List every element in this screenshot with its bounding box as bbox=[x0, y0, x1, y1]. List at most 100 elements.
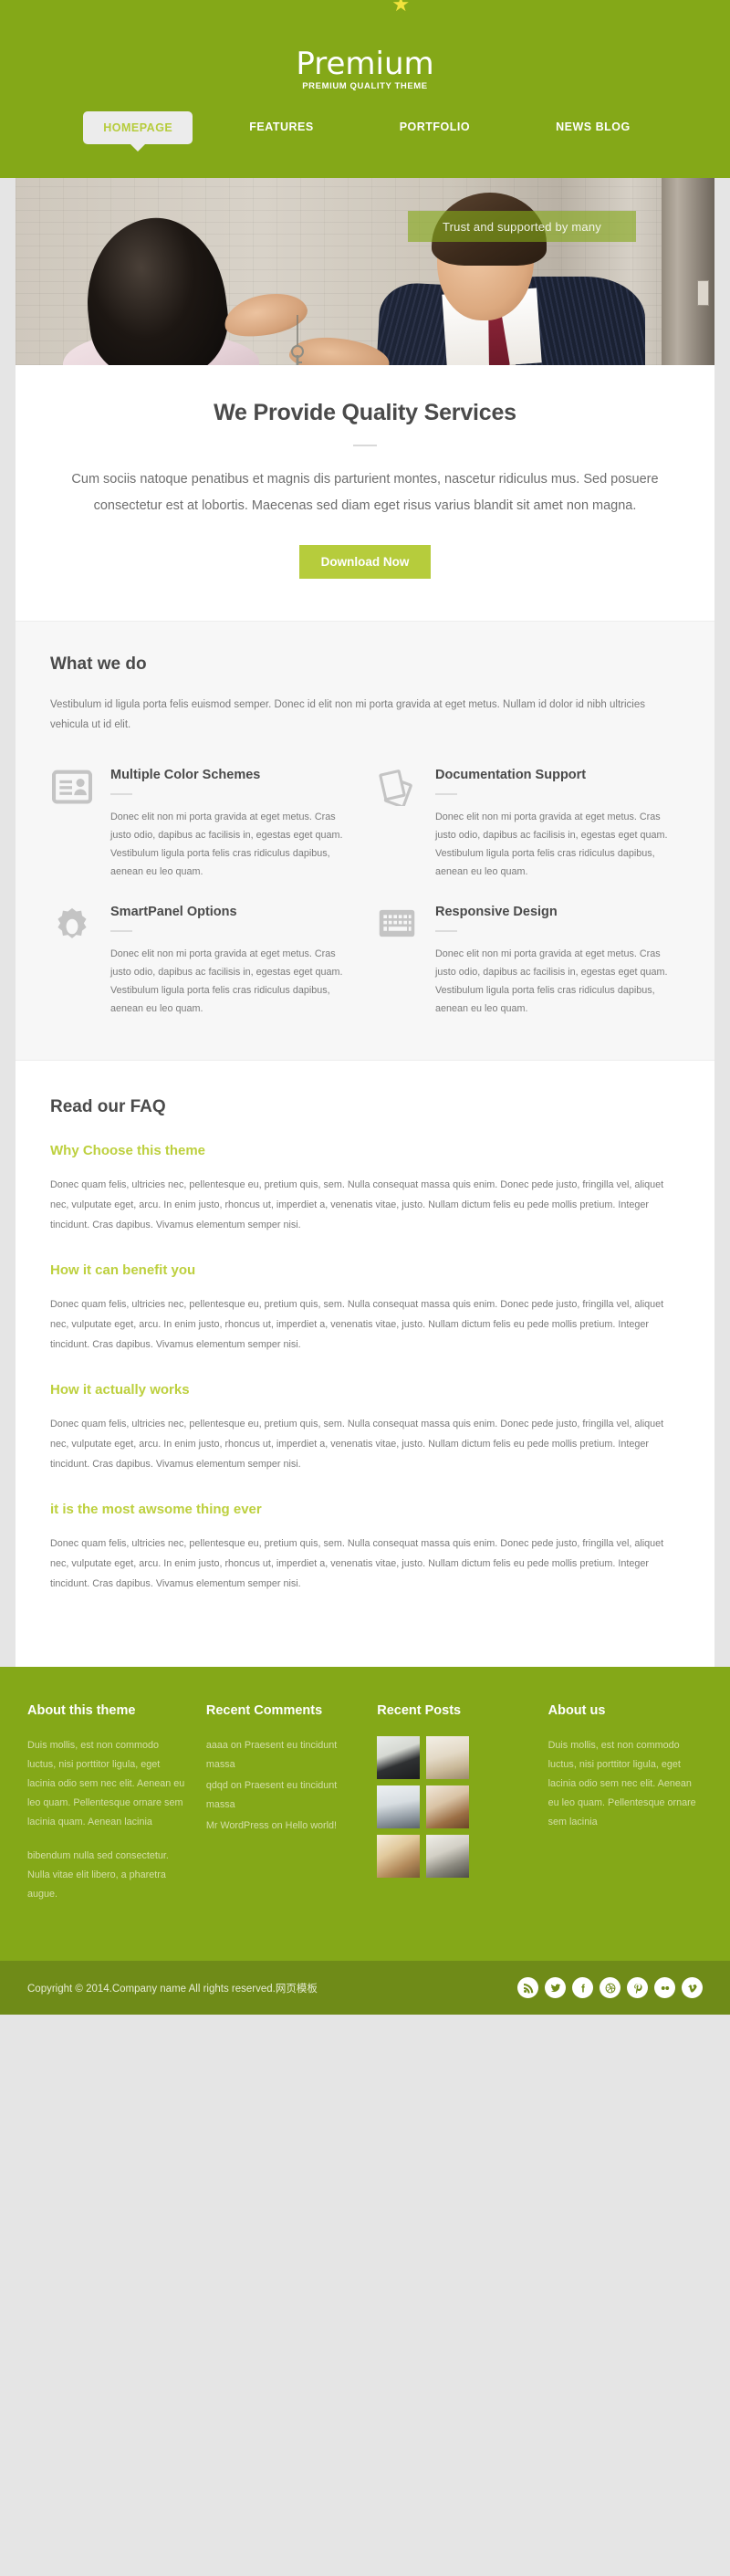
recent-comment-item[interactable]: Mr WordPress on Hello world! bbox=[206, 1817, 360, 1836]
post-thumbnail-4[interactable] bbox=[426, 1785, 470, 1828]
what-we-do-section: What we do Vestibulum id ligula porta fe… bbox=[16, 621, 714, 1060]
feature-divider bbox=[435, 930, 457, 932]
footer-column-title: Recent Comments bbox=[205, 1703, 323, 1718]
faq-title: Read our FAQ bbox=[50, 1097, 166, 1116]
social-links bbox=[517, 1977, 703, 1998]
faq-item: How it can benefit you Donec quam felis,… bbox=[50, 1262, 680, 1355]
nav-item-homepage[interactable]: HOMEPAGE bbox=[83, 111, 193, 152]
site-header: ★ Premium PREMIUM QUALITY THEME HOMEPAGE… bbox=[0, 0, 730, 178]
feature-card: SmartPanel Options Donec elit non mi por… bbox=[50, 905, 355, 1018]
intro-section: We Provide Quality Services Cum sociis n… bbox=[16, 365, 714, 621]
recent-posts-thumbnail-grid bbox=[377, 1736, 531, 1878]
faq-item: Why Choose this theme Donec quam felis, … bbox=[50, 1143, 680, 1235]
faq-answer: Donec quam felis, ultricies nec, pellent… bbox=[50, 1419, 664, 1470]
logo-tagline: PREMIUM QUALITY THEME bbox=[302, 81, 428, 91]
feature-body: Multiple Color Schemes Donec elit non mi… bbox=[110, 768, 355, 881]
intro-title: We Provide Quality Services bbox=[214, 400, 516, 425]
intro-paragraph: Cum sociis natoque penatibus et magnis d… bbox=[71, 472, 659, 513]
faq-question[interactable]: How it can benefit you bbox=[50, 1262, 680, 1278]
faq-question[interactable]: it is the most awsome thing ever bbox=[50, 1502, 680, 1517]
faq-item: How it actually works Donec quam felis, … bbox=[50, 1382, 680, 1474]
post-thumbnail-2[interactable] bbox=[426, 1736, 470, 1779]
nav-item-news-blog[interactable]: NEWS BLOG bbox=[539, 111, 647, 142]
feature-body: SmartPanel Options Donec elit non mi por… bbox=[110, 905, 355, 1018]
faq-item: it is the most awsome thing ever Donec q… bbox=[50, 1502, 680, 1594]
hero-door-panel bbox=[697, 280, 709, 306]
copyright-text: Copyright © 2014.Company name All rights… bbox=[27, 1983, 318, 1995]
feature-title: Multiple Color Schemes bbox=[110, 768, 261, 782]
hero-door bbox=[662, 178, 714, 365]
feature-text: Donec elit non mi porta gravida at eget … bbox=[110, 812, 343, 877]
faq-question[interactable]: How it actually works bbox=[50, 1382, 680, 1398]
hero-banner: Trust and supported by many bbox=[16, 178, 714, 365]
footer-column-title: Recent Posts bbox=[377, 1703, 462, 1718]
rss-icon[interactable] bbox=[517, 1977, 538, 1998]
pinterest-icon[interactable] bbox=[627, 1977, 648, 1998]
faq-answer: Donec quam felis, ultricies nec, pellent… bbox=[50, 1179, 664, 1230]
keyboard-icon bbox=[375, 906, 419, 950]
feature-card: Documentation Support Donec elit non mi … bbox=[375, 768, 680, 881]
post-thumbnail-6[interactable] bbox=[426, 1835, 470, 1878]
vimeo-icon[interactable] bbox=[682, 1977, 703, 1998]
feature-card: Responsive Design Donec elit non mi port… bbox=[375, 905, 680, 1018]
page-container: Trust and supported by many We Provide Q… bbox=[16, 178, 714, 1667]
dribbble-icon[interactable] bbox=[600, 1977, 620, 1998]
facebook-icon[interactable] bbox=[572, 1977, 593, 1998]
recent-comment-item[interactable]: qdqd on Praesent eu tincidunt massa bbox=[206, 1776, 360, 1815]
what-we-do-lead: Vestibulum id ligula porta felis euismod… bbox=[50, 699, 645, 730]
feature-text: Donec elit non mi porta gravida at eget … bbox=[435, 948, 668, 1014]
footer-column-recent-posts: Recent Posts bbox=[377, 1702, 531, 1919]
recent-comment-item[interactable]: aaaa on Praesent eu tincidunt massa bbox=[206, 1736, 360, 1775]
feature-grid: Multiple Color Schemes Donec elit non mi… bbox=[50, 768, 680, 1018]
footer-column-title: About us bbox=[548, 1703, 606, 1718]
feature-title: Responsive Design bbox=[435, 905, 558, 919]
hero-caption-text: Trust and supported by many bbox=[442, 219, 601, 234]
site-footer: About this theme Duis mollis, est non co… bbox=[0, 1667, 730, 1961]
hero-image bbox=[16, 178, 714, 365]
download-now-button[interactable]: Download Now bbox=[298, 545, 432, 579]
main-navigation: HOMEPAGE FEATURES PORTFOLIO NEWS BLOG bbox=[0, 111, 730, 152]
footer-column-recent-comments: Recent Comments aaaa on Praesent eu tinc… bbox=[206, 1702, 360, 1919]
feature-divider bbox=[110, 793, 132, 795]
twitter-icon[interactable] bbox=[545, 1977, 566, 1998]
faq-section: Read our FAQ Why Choose this theme Donec… bbox=[16, 1060, 714, 1667]
footer-column-title: About this theme bbox=[27, 1703, 136, 1718]
feature-body: Responsive Design Donec elit non mi port… bbox=[435, 905, 680, 1018]
feature-divider bbox=[435, 793, 457, 795]
nav-item-features[interactable]: FEATURES bbox=[233, 111, 329, 142]
recent-comments-list: aaaa on Praesent eu tincidunt massa qdqd… bbox=[206, 1736, 360, 1836]
gear-icon bbox=[50, 906, 94, 950]
keys-icon bbox=[291, 315, 304, 365]
nav-item-portfolio[interactable]: PORTFOLIO bbox=[383, 111, 486, 142]
star-icon: ★ bbox=[391, 0, 411, 16]
feature-card: Multiple Color Schemes Donec elit non mi… bbox=[50, 768, 355, 881]
copyright-bar: Copyright © 2014.Company name All rights… bbox=[0, 1961, 730, 2015]
site-logo[interactable]: ★ Premium PREMIUM QUALITY THEME bbox=[296, 0, 433, 91]
post-thumbnail-3[interactable] bbox=[377, 1785, 421, 1828]
hero-caption: Trust and supported by many bbox=[408, 211, 636, 242]
footer-column-about-theme: About this theme Duis mollis, est non co… bbox=[27, 1702, 190, 1919]
logo-wordmark: Premium bbox=[296, 46, 434, 82]
faq-answer: Donec quam felis, ultricies nec, pellent… bbox=[50, 1299, 664, 1350]
feature-title: SmartPanel Options bbox=[110, 905, 237, 919]
feature-body: Documentation Support Donec elit non mi … bbox=[435, 768, 680, 881]
flickr-icon[interactable] bbox=[654, 1977, 675, 1998]
footer-about-theme-p2: bibendum nulla sed consectetur. Nulla vi… bbox=[27, 1850, 169, 1900]
feature-text: Donec elit non mi porta gravida at eget … bbox=[110, 948, 343, 1014]
id-card-icon bbox=[50, 770, 94, 813]
footer-columns: About this theme Duis mollis, est non co… bbox=[27, 1702, 703, 1919]
feature-divider bbox=[110, 930, 132, 932]
footer-about-us-text: Duis mollis, est non commodo luctus, nis… bbox=[548, 1740, 696, 1827]
copyright-inner: Copyright © 2014.Company name All rights… bbox=[27, 1977, 703, 1998]
post-thumbnail-1[interactable] bbox=[377, 1736, 421, 1779]
footer-column-about-us: About us Duis mollis, est non commodo lu… bbox=[548, 1702, 703, 1919]
what-we-do-title: What we do bbox=[50, 654, 147, 674]
documents-icon bbox=[375, 770, 419, 813]
faq-question[interactable]: Why Choose this theme bbox=[50, 1143, 680, 1158]
feature-title: Documentation Support bbox=[435, 768, 587, 782]
intro-divider bbox=[353, 445, 377, 446]
post-thumbnail-5[interactable] bbox=[377, 1835, 421, 1878]
footer-about-theme-p1: Duis mollis, est non commodo luctus, nis… bbox=[27, 1740, 185, 1827]
faq-answer: Donec quam felis, ultricies nec, pellent… bbox=[50, 1538, 664, 1589]
feature-text: Donec elit non mi porta gravida at eget … bbox=[435, 812, 668, 877]
